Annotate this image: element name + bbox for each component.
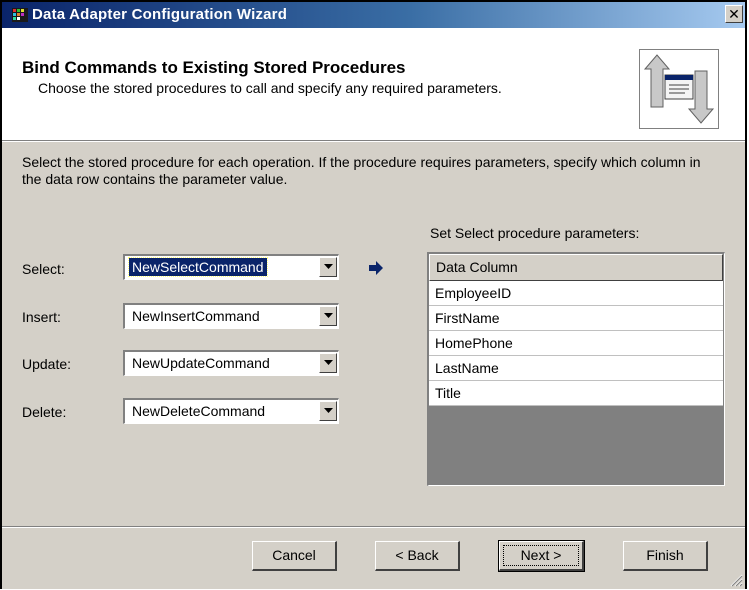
wizard-header: Bind Commands to Existing Stored Procedu…	[2, 28, 745, 142]
title-bar[interactable]: Data Adapter Configuration Wizard ✕	[2, 2, 745, 28]
back-button[interactable]: < Back	[375, 541, 460, 571]
finish-button[interactable]: Finish	[623, 541, 708, 571]
update-command-value: NewUpdateCommand	[132, 355, 270, 371]
app-icon	[12, 8, 28, 22]
next-button[interactable]: Next >	[498, 540, 585, 572]
delete-command-combo[interactable]: NewDeleteCommand	[123, 398, 339, 424]
insert-dropdown-button[interactable]	[319, 306, 337, 326]
select-dropdown-button[interactable]	[319, 257, 337, 277]
insert-command-combo[interactable]: NewInsertCommand	[123, 303, 339, 329]
close-button[interactable]: ✕	[725, 5, 743, 23]
select-command-combo[interactable]: NewSelectCommand	[123, 254, 339, 280]
delete-label: Delete:	[22, 404, 67, 420]
parameters-label: Set Select procedure parameters:	[430, 225, 640, 241]
insert-command-value: NewInsertCommand	[132, 308, 260, 324]
update-command-combo[interactable]: NewUpdateCommand	[123, 350, 339, 376]
grid-row[interactable]: FirstName	[429, 306, 723, 331]
chevron-down-icon	[324, 360, 333, 365]
window-title: Data Adapter Configuration Wizard	[32, 6, 288, 23]
parameters-rows: EmployeeID FirstName HomePhone LastName …	[429, 281, 723, 406]
chevron-down-icon	[324, 264, 333, 269]
delete-dropdown-button[interactable]	[319, 401, 337, 421]
page-title: Bind Commands to Existing Stored Procedu…	[22, 58, 406, 77]
wizard-window: Data Adapter Configuration Wizard ✕ Bind…	[0, 0, 747, 589]
arrow-right-icon	[369, 261, 383, 275]
grid-row[interactable]: EmployeeID	[429, 281, 723, 306]
select-command-value: NewSelectCommand	[128, 257, 268, 277]
grid-row[interactable]: LastName	[429, 356, 723, 381]
wizard-bind-icon	[639, 49, 719, 129]
update-label: Update:	[22, 356, 72, 372]
insert-label: Insert:	[22, 309, 61, 325]
data-column-header[interactable]: Data Column	[429, 254, 723, 281]
page-subtitle: Choose the stored procedures to call and…	[38, 80, 502, 96]
cancel-button[interactable]: Cancel	[252, 541, 337, 571]
chevron-down-icon	[324, 408, 333, 413]
delete-command-value: NewDeleteCommand	[132, 403, 266, 419]
select-label: Select:	[22, 261, 65, 277]
grid-row[interactable]: Title	[429, 381, 723, 406]
chevron-down-icon	[324, 313, 333, 318]
instructions-text: Select the stored procedure for each ope…	[22, 154, 701, 187]
button-divider-highlight	[2, 527, 745, 528]
close-icon: ✕	[728, 6, 740, 22]
parameters-grid[interactable]: Data Column EmployeeID FirstName HomePho…	[427, 252, 725, 486]
focus-rectangle	[503, 545, 579, 566]
grid-row[interactable]: HomePhone	[429, 331, 723, 356]
update-dropdown-button[interactable]	[319, 353, 337, 373]
resize-grip-icon[interactable]	[729, 573, 743, 587]
